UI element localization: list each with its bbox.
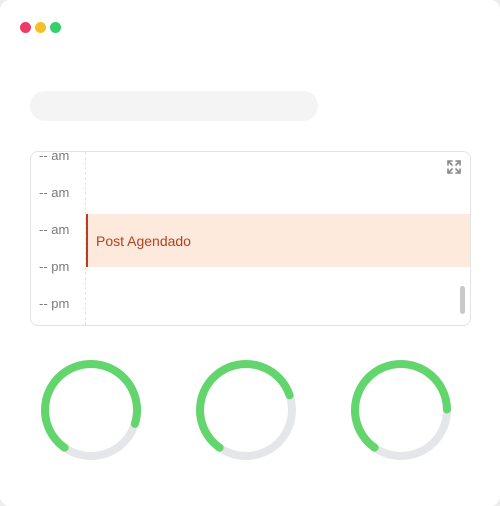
gauge-1 [41, 360, 141, 460]
time-slot-label: -- am [39, 185, 70, 200]
time-slot-label: -- am [39, 222, 70, 237]
gauge-fill [41, 360, 141, 460]
scheduled-post-event[interactable]: Post Agendado [86, 214, 470, 267]
gauge-fill [351, 360, 451, 460]
time-slot-label: -- pm [39, 259, 70, 274]
search-input[interactable] [30, 91, 318, 121]
gauge-2 [196, 360, 296, 460]
app-window: -- am -- am -- am -- pm -- pm Post Agend… [0, 0, 500, 506]
close-window-button[interactable] [20, 22, 31, 33]
window-controls [20, 22, 61, 33]
time-column: -- am -- am -- am -- pm -- pm [31, 152, 86, 325]
event-title: Post Agendado [96, 232, 191, 249]
minimize-window-button[interactable] [35, 22, 46, 33]
gauge-3 [351, 360, 451, 460]
maximize-window-button[interactable] [50, 22, 61, 33]
expand-icon[interactable] [447, 160, 461, 174]
vertical-scrollbar[interactable] [460, 286, 465, 314]
gauge-row [0, 356, 500, 466]
calendar-day-view: -- am -- am -- am -- pm -- pm Post Agend… [30, 151, 471, 326]
time-slot-label: -- am [39, 151, 70, 163]
time-slot-label: -- pm [39, 296, 70, 311]
gauge-fill [196, 360, 296, 460]
